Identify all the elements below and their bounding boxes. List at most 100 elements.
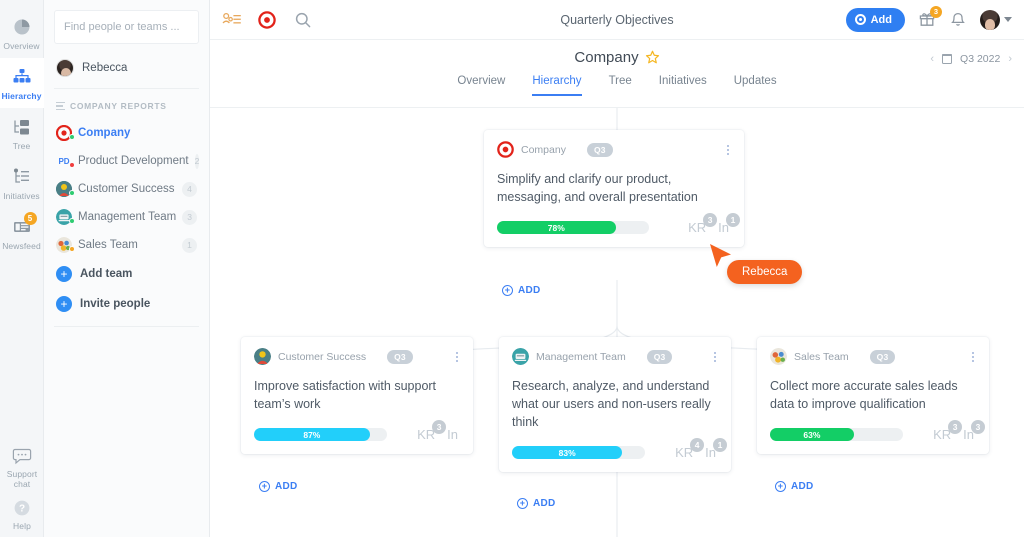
target-icon [56, 125, 72, 141]
gift-icon[interactable]: 3 [918, 11, 936, 29]
list-icon [56, 102, 65, 110]
kr-count: 3 [703, 213, 717, 227]
sidebar-item-count: 3 [182, 210, 197, 225]
kr-metric[interactable]: KR 4 [675, 445, 693, 460]
svg-text:?: ? [19, 504, 25, 515]
objective-card-customer-success[interactable]: Customer Success Q3 Improve satisfaction… [241, 337, 473, 454]
add-objective-link-customer-success[interactable]: + ADD [259, 481, 298, 492]
tab-tree[interactable]: Tree [609, 75, 632, 96]
add-label: ADD [791, 481, 814, 492]
tab-initiatives[interactable]: Initiatives [659, 75, 707, 96]
add-objective-link-sales-team[interactable]: + ADD [775, 481, 814, 492]
bell-icon[interactable] [949, 11, 967, 29]
plus-circle-icon: + [775, 481, 786, 492]
page-header: Company Overview Hierarchy Tree Initiati… [210, 40, 1024, 108]
in-metric[interactable]: In 1 [718, 220, 729, 235]
card-metrics: KR 3 In [417, 427, 460, 442]
remote-cursor-label: Rebecca [727, 260, 802, 284]
kr-metric[interactable]: KR 3 [417, 427, 435, 442]
hierarchy-icon [11, 67, 33, 87]
add-button[interactable]: Add [846, 8, 905, 32]
rail-item-help[interactable]: ? Help [0, 499, 44, 531]
add-objective-link-root[interactable]: + ADD [502, 285, 541, 296]
tab-overview[interactable]: Overview [457, 75, 505, 96]
objective-card-management-team[interactable]: Management Team Q3 Research, analyze, an… [499, 337, 731, 472]
sidebar-item-company[interactable]: Company [54, 119, 199, 147]
card-metrics: KR 3 In 1 [688, 220, 731, 235]
plus-icon: + [56, 296, 72, 312]
card-menu-button[interactable] [725, 143, 731, 157]
sidebar-item-customer-success[interactable]: Customer Success 4 [54, 175, 199, 203]
sidebar-item-product-development[interactable]: PD Product Development 2 [54, 147, 199, 175]
rail-item-tree[interactable]: Tree [0, 108, 44, 158]
add-objective-link-management-team[interactable]: + ADD [517, 498, 556, 509]
card-menu-button[interactable] [454, 350, 460, 364]
tab-hierarchy[interactable]: Hierarchy [532, 75, 581, 96]
in-metric[interactable]: In [447, 427, 458, 442]
newsfeed-badge: 5 [24, 212, 37, 225]
add-team-label: Add team [80, 268, 132, 280]
page-title-row: Company [210, 40, 1024, 66]
target-icon[interactable] [258, 11, 276, 29]
card-metrics: KR 3 In 3 [933, 427, 976, 442]
page-title: Company [574, 49, 638, 66]
card-header: Sales Team Q3 [770, 348, 976, 365]
people-list-icon[interactable] [222, 11, 240, 29]
rail-bottom-group: Support chat ? Help [0, 447, 44, 531]
customer-success-avatar [56, 181, 72, 197]
rail-item-initiatives[interactable]: Initiatives [0, 158, 44, 208]
in-metric[interactable]: In 1 [705, 445, 716, 460]
sidebar-item-management-team[interactable]: Management Team 3 [54, 203, 199, 231]
favorite-star-icon[interactable] [645, 50, 660, 65]
period-prev-button[interactable]: ‹ [930, 53, 934, 65]
rail-item-overview[interactable]: Overview [0, 8, 44, 58]
rail-item-label: Help [13, 521, 31, 531]
initiatives-icon [11, 167, 33, 187]
gift-badge: 3 [930, 6, 942, 18]
user-menu[interactable] [980, 10, 1012, 30]
period-next-button[interactable]: › [1008, 53, 1012, 65]
invite-people-button[interactable]: + Invite people [54, 289, 199, 319]
rail-item-support-chat[interactable]: Support chat [0, 447, 44, 489]
objective-card-sales-team[interactable]: Sales Team Q3 Collect more accurate sale… [757, 337, 989, 454]
progress-bar: 78% [497, 221, 649, 234]
icon-rail: Overview Hierarchy [0, 0, 44, 537]
sales-team-avatar [770, 348, 787, 365]
card-title: Improve satisfaction with support team’s… [254, 377, 460, 413]
tab-updates[interactable]: Updates [734, 75, 777, 96]
rail-item-label: Hierarchy [1, 91, 41, 101]
search-box[interactable] [54, 10, 199, 44]
sidebar-current-user[interactable]: Rebecca [54, 48, 199, 89]
management-team-avatar [56, 209, 72, 225]
sales-team-avatar [56, 237, 72, 253]
kr-metric[interactable]: KR 3 [933, 427, 951, 442]
card-team-name: Customer Success [278, 351, 366, 363]
kr-metric[interactable]: KR 3 [688, 220, 706, 235]
in-metric[interactable]: In 3 [963, 427, 974, 442]
search-input[interactable] [64, 21, 189, 33]
hierarchy-canvas[interactable]: Company Q3 Simplify and clarify our prod… [210, 108, 1024, 537]
progress-label: 78% [548, 223, 565, 233]
main-area: Quarterly Objectives Add 3 [210, 0, 1024, 537]
sidebar-item-count: 2 [195, 154, 200, 169]
sidebar-item-count: 4 [182, 182, 197, 197]
sidebar-item-label: Company [78, 127, 130, 139]
card-menu-button[interactable] [970, 350, 976, 364]
rail-item-hierarchy[interactable]: Hierarchy [0, 58, 44, 108]
plus-icon: + [56, 266, 72, 282]
kr-count: 4 [690, 438, 704, 452]
objective-card-company[interactable]: Company Q3 Simplify and clarify our prod… [484, 130, 744, 247]
pie-chart-icon [11, 17, 33, 37]
in-label: In [447, 427, 458, 442]
sidebar-item-sales-team[interactable]: Sales Team 1 [54, 231, 199, 259]
quarter-badge: Q3 [387, 350, 413, 364]
add-team-button[interactable]: + Add team [54, 259, 199, 289]
target-icon [497, 141, 514, 158]
status-dot [69, 162, 75, 168]
card-menu-button[interactable] [712, 350, 718, 364]
user-avatar-icon [980, 10, 1000, 30]
rail-item-newsfeed[interactable]: 5 Newsfeed [0, 208, 44, 258]
card-title: Simplify and clarify our product, messag… [497, 170, 731, 206]
search-icon[interactable] [294, 11, 312, 29]
topbar-right-group: Add 3 [846, 8, 1012, 32]
